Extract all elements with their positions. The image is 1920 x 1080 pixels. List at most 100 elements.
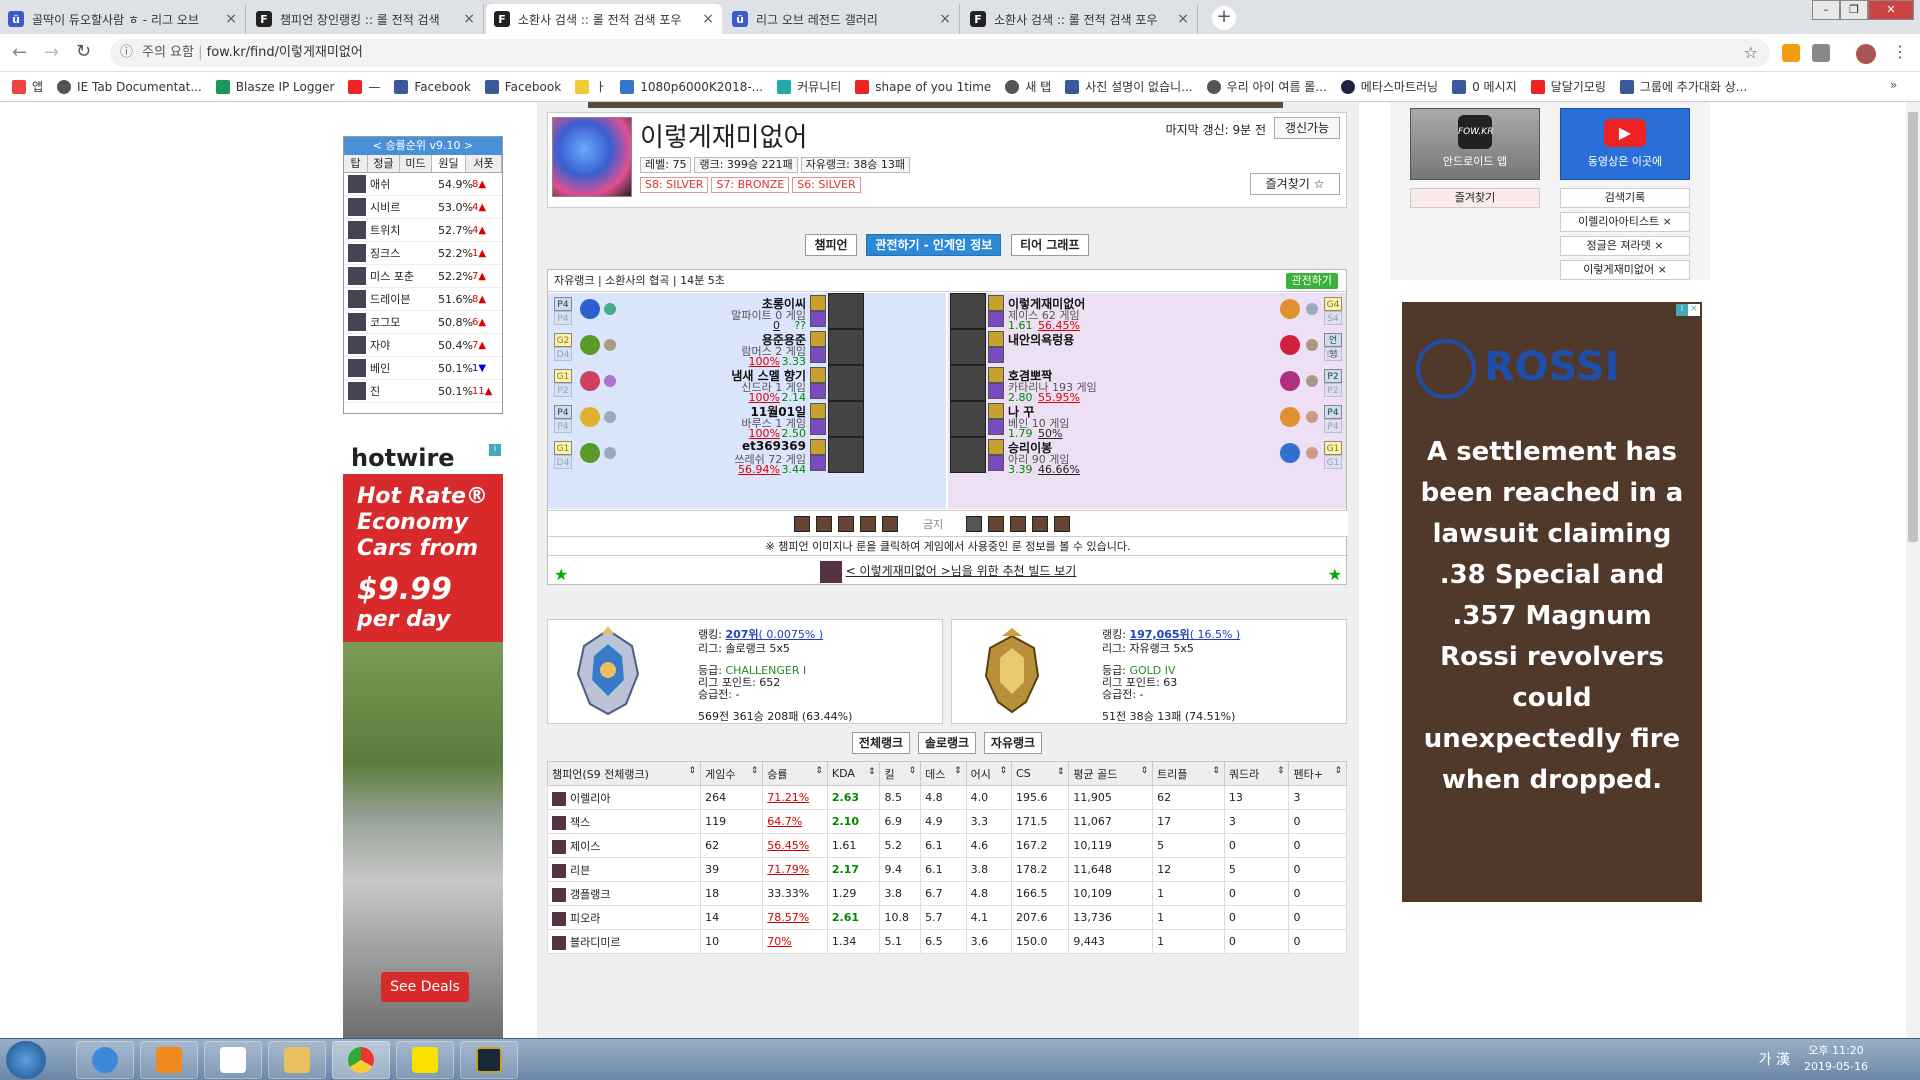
ban-champion[interactable] xyxy=(1054,516,1070,532)
ban-champion[interactable] xyxy=(1032,516,1048,532)
app-taskbar-button[interactable] xyxy=(204,1041,262,1079)
close-icon[interactable]: × xyxy=(702,11,714,27)
bookmark-item[interactable]: 커뮤니티 xyxy=(777,78,841,95)
explorer-taskbar-button[interactable] xyxy=(268,1041,326,1079)
tab-mid[interactable]: 미드 xyxy=(400,155,432,172)
history-tab[interactable]: 검색기록 xyxy=(1560,188,1690,208)
winrate-row[interactable]: 징크스 52.2% 1▲ xyxy=(344,242,502,265)
favorite-button[interactable]: 즐겨찾기 ☆ xyxy=(1250,173,1340,195)
secondary-rune-icon[interactable] xyxy=(1306,447,1318,459)
keystone-rune-icon[interactable] xyxy=(580,443,600,463)
bookmark-item[interactable]: 1080p6000K2018-... xyxy=(620,79,763,94)
column-header[interactable]: 트리플 ⇕ xyxy=(1152,761,1225,786)
info-icon[interactable]: ⓘ xyxy=(120,39,133,67)
recent-search-item[interactable]: 이렇게재미없어 × xyxy=(1560,260,1690,280)
winrate-row[interactable]: 코그모 50.8% 6▲ xyxy=(344,311,502,334)
winrate-row[interactable]: 트위치 52.7% 4▲ xyxy=(344,219,502,242)
column-header[interactable]: KDA ⇕ xyxy=(826,761,881,786)
sort-icon[interactable]: ⇕ xyxy=(1141,766,1149,776)
column-header[interactable]: 킬 ⇕ xyxy=(879,761,922,786)
champion-portrait[interactable] xyxy=(828,437,864,473)
close-icon[interactable]: × xyxy=(939,11,951,27)
new-tab-button[interactable]: + xyxy=(1212,6,1236,30)
back-icon[interactable]: ← xyxy=(12,42,27,63)
column-header[interactable]: 펜타+ ⇕ xyxy=(1288,761,1347,786)
secondary-rune-icon[interactable] xyxy=(1306,375,1318,387)
flex-rank-button[interactable]: 자유랭크 xyxy=(983,732,1043,754)
sort-icon[interactable]: ⇕ xyxy=(751,766,759,776)
keystone-rune-icon[interactable] xyxy=(1280,335,1300,355)
scrollbar-thumb[interactable] xyxy=(1908,112,1918,542)
ime-indicator[interactable]: 가 漢 xyxy=(1759,1049,1790,1069)
extension-icon[interactable] xyxy=(1812,44,1830,62)
champion-portrait[interactable] xyxy=(950,365,986,401)
sort-icon[interactable]: ⇕ xyxy=(868,767,876,777)
column-header[interactable]: 어시 ⇕ xyxy=(965,761,1013,786)
chrome-taskbar-button[interactable] xyxy=(332,1041,390,1079)
sort-icon[interactable]: ⇕ xyxy=(954,766,962,776)
bookmark-item[interactable]: 메타스마트러닝 xyxy=(1340,78,1438,95)
browser-tab-4[interactable]: ü 리그 오브 레전드 갤러리 × xyxy=(724,4,960,34)
bookmark-item[interactable]: ㅏ xyxy=(575,78,606,95)
column-header[interactable]: 데스 ⇕ xyxy=(920,761,967,786)
close-icon[interactable]: × xyxy=(1663,215,1672,228)
player-name[interactable]: 내안의욕렁용 xyxy=(1008,331,1074,348)
sort-icon[interactable]: ⇕ xyxy=(1277,766,1285,776)
bookmark-item[interactable]: — xyxy=(348,79,380,94)
close-icon[interactable]: × xyxy=(1654,239,1663,252)
bookmark-item[interactable]: 0 메시지 xyxy=(1452,78,1517,95)
secondary-rune-icon[interactable] xyxy=(1306,411,1318,423)
sort-icon[interactable]: ⇕ xyxy=(815,766,823,776)
column-header[interactable]: 평균 골드 ⇕ xyxy=(1068,761,1154,786)
media-taskbar-button[interactable] xyxy=(140,1041,198,1079)
url-field[interactable]: ⓘ 주의 요함 | fow.kr/find/이렇게재미없어 ☆ xyxy=(110,39,1770,67)
winrate-row[interactable]: 드레이븐 51.6% 8▲ xyxy=(344,288,502,311)
champion-portrait[interactable] xyxy=(950,437,986,473)
ban-champion[interactable] xyxy=(1010,516,1026,532)
sort-icon[interactable]: ⇕ xyxy=(1334,766,1342,776)
secondary-rune-icon[interactable] xyxy=(1306,303,1318,315)
player-row[interactable]: G1 D4 et369369 쓰레쉬 72 게임 56.94% 3.44 xyxy=(548,437,946,481)
champion-portrait[interactable] xyxy=(950,293,986,329)
recent-search-item[interactable]: 이렐리아아티스트 × xyxy=(1560,212,1690,232)
champion-portrait[interactable] xyxy=(828,293,864,329)
all-rank-button[interactable]: 전체랭크 xyxy=(851,732,911,754)
browser-tab-3-active[interactable]: F 소환사 검색 :: 롤 전적 검색 포우 × xyxy=(486,4,722,34)
bookmark-item[interactable]: shape of you 1time xyxy=(855,79,991,94)
table-row[interactable]: 이렐리아 264 71.21% 2.63 8.5 4.8 4.0 195.6 11,905 62 1… xyxy=(546,785,1347,810)
sort-icon[interactable]: ⇕ xyxy=(689,766,697,776)
ban-champion[interactable] xyxy=(794,516,810,532)
keystone-rune-icon[interactable] xyxy=(1280,299,1300,319)
tab-spectate-ingame[interactable]: 관전하기 - 인게임 정보 xyxy=(866,234,1002,256)
table-row[interactable]: 제이스 62 56.45% 1.61 5.2 6.1 4.6 167.2 10,119 5 0 0 xyxy=(546,833,1347,858)
solo-rank-button[interactable]: 솔로랭크 xyxy=(917,732,977,754)
winrate-row[interactable]: 자야 50.4% 7▲ xyxy=(344,334,502,357)
sort-icon[interactable]: ⇕ xyxy=(1212,766,1220,776)
ban-champion[interactable] xyxy=(988,516,1004,532)
sort-icon[interactable]: ⇕ xyxy=(1057,767,1065,777)
winrate-row[interactable]: 진 50.1% 11▲ xyxy=(344,380,502,403)
secondary-rune-icon[interactable] xyxy=(1306,339,1318,351)
start-button[interactable] xyxy=(6,1041,46,1079)
close-window-button[interactable]: ✕ xyxy=(1868,0,1914,20)
minimize-button[interactable]: – xyxy=(1812,0,1840,20)
table-row[interactable]: 피오라 14 78.57% 2.61 10.8 5.7 4.1 207.6 13,736 1 0 0 xyxy=(546,905,1347,930)
secondary-rune-icon[interactable] xyxy=(604,411,616,423)
bookmark-item[interactable]: 앱 xyxy=(12,78,43,95)
ban-champion[interactable] xyxy=(838,516,854,532)
sort-icon[interactable]: ⇕ xyxy=(909,766,917,776)
spectate-button[interactable]: 관전하기 xyxy=(1285,273,1338,289)
winrate-row[interactable]: 베인 50.1% 1▼ xyxy=(344,357,502,380)
avatar[interactable] xyxy=(1856,44,1876,64)
secondary-rune-icon[interactable] xyxy=(604,375,616,387)
browser-tab-1[interactable]: ü 골딱이 듀오할사람 ㅎ - 리그 오브 × xyxy=(0,4,246,34)
lol-taskbar-button[interactable] xyxy=(460,1041,518,1079)
forward-icon[interactable]: → xyxy=(44,42,59,63)
ban-champion[interactable] xyxy=(816,516,832,532)
keystone-rune-icon[interactable] xyxy=(1280,371,1300,391)
star-icon[interactable]: ☆ xyxy=(1744,39,1758,67)
table-row[interactable]: 갱플랭크 18 33.33% 1.29 3.8 6.7 4.8 166.5 10,109 1 0 0 xyxy=(546,881,1347,906)
recent-search-item[interactable]: 정글은 져라뎃 × xyxy=(1560,236,1690,256)
column-header[interactable]: 쿼드라 ⇕ xyxy=(1223,761,1290,786)
column-header[interactable]: 챔피언(S9 전체랭크) ⇕ xyxy=(546,761,702,786)
